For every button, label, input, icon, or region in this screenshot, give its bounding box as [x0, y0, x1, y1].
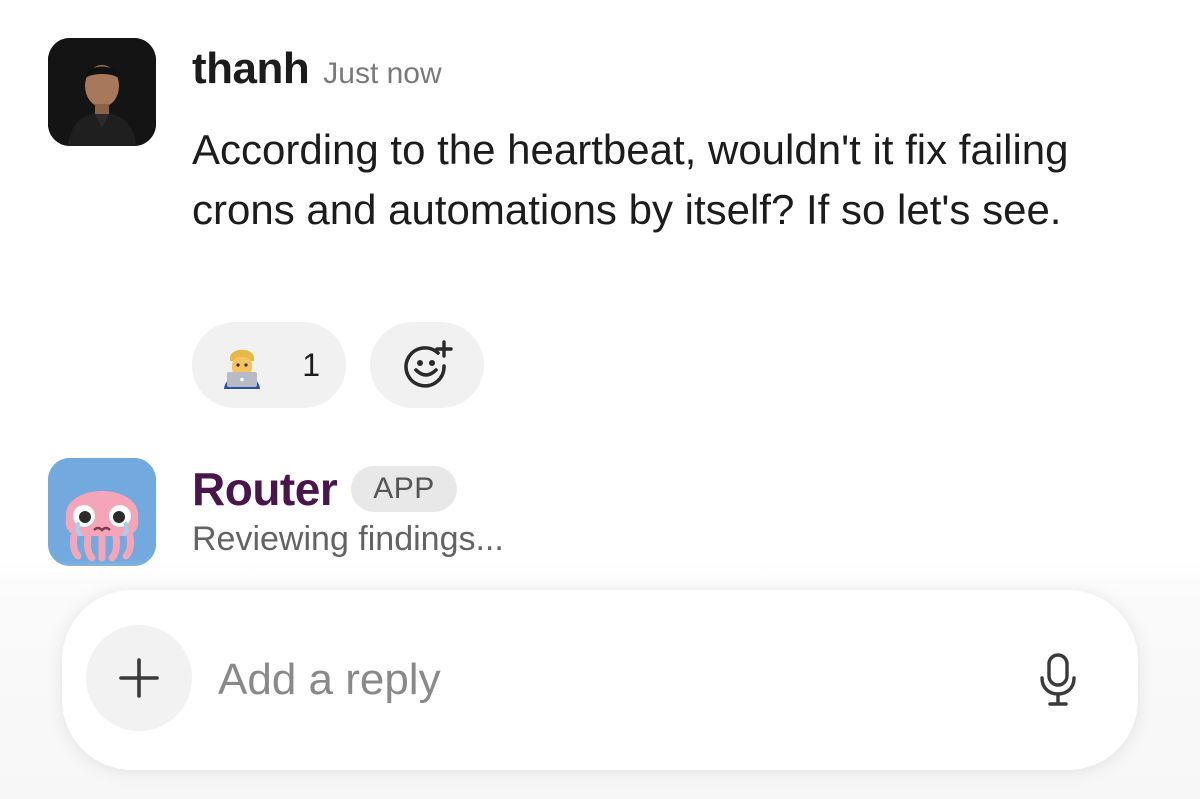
- app-badge: APP: [351, 466, 457, 512]
- timestamp[interactable]: Just now: [323, 57, 441, 91]
- technologist-emoji-icon: [224, 349, 260, 389]
- avatar[interactable]: [48, 38, 156, 146]
- microphone-button[interactable]: [1030, 648, 1086, 712]
- thread-view: thanh Just now According to the heartbea…: [0, 0, 1200, 799]
- app-avatar[interactable]: [48, 458, 156, 566]
- reaction-pill[interactable]: 1: [192, 322, 346, 408]
- reactions-bar: 1: [192, 322, 484, 408]
- message-text: According to the heartbeat, wouldn't it …: [192, 126, 1069, 233]
- reaction-count: 1: [302, 346, 320, 383]
- reply-input[interactable]: [218, 650, 978, 710]
- microphone-icon: [1040, 653, 1076, 706]
- status-text: Reviewing findings...: [192, 520, 504, 558]
- add-reaction-icon: [404, 340, 453, 388]
- message-header: Router APP: [192, 462, 457, 516]
- add-attachment-button[interactable]: [86, 625, 192, 731]
- message-header: thanh Just now: [192, 44, 442, 94]
- add-reaction-button[interactable]: [370, 322, 484, 408]
- user-photo: [48, 38, 156, 146]
- app-name[interactable]: Router: [192, 462, 338, 516]
- username[interactable]: thanh: [192, 44, 310, 94]
- plus-icon: [119, 658, 159, 698]
- jellyfish-mascot-icon: [48, 458, 156, 566]
